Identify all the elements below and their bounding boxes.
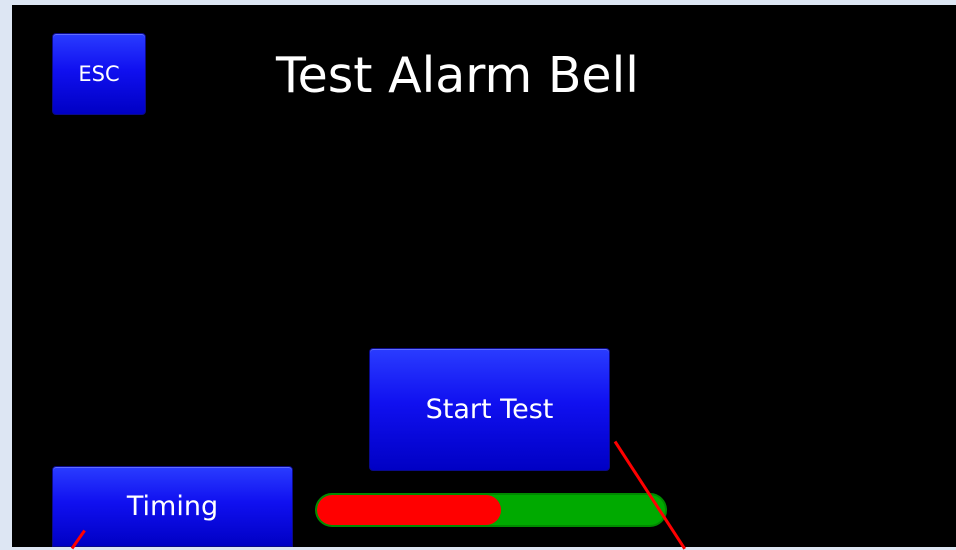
start-test-button[interactable]: Start Test	[369, 348, 610, 471]
page-title: Test Alarm Bell	[276, 47, 639, 104]
progress-bar	[315, 493, 667, 527]
progress-bar-fill	[317, 495, 502, 525]
esc-button[interactable]: ESC	[52, 33, 146, 115]
device-screen: ESC Test Alarm Bell Start Test Timing	[12, 5, 956, 547]
timing-button[interactable]: Timing	[52, 466, 293, 547]
